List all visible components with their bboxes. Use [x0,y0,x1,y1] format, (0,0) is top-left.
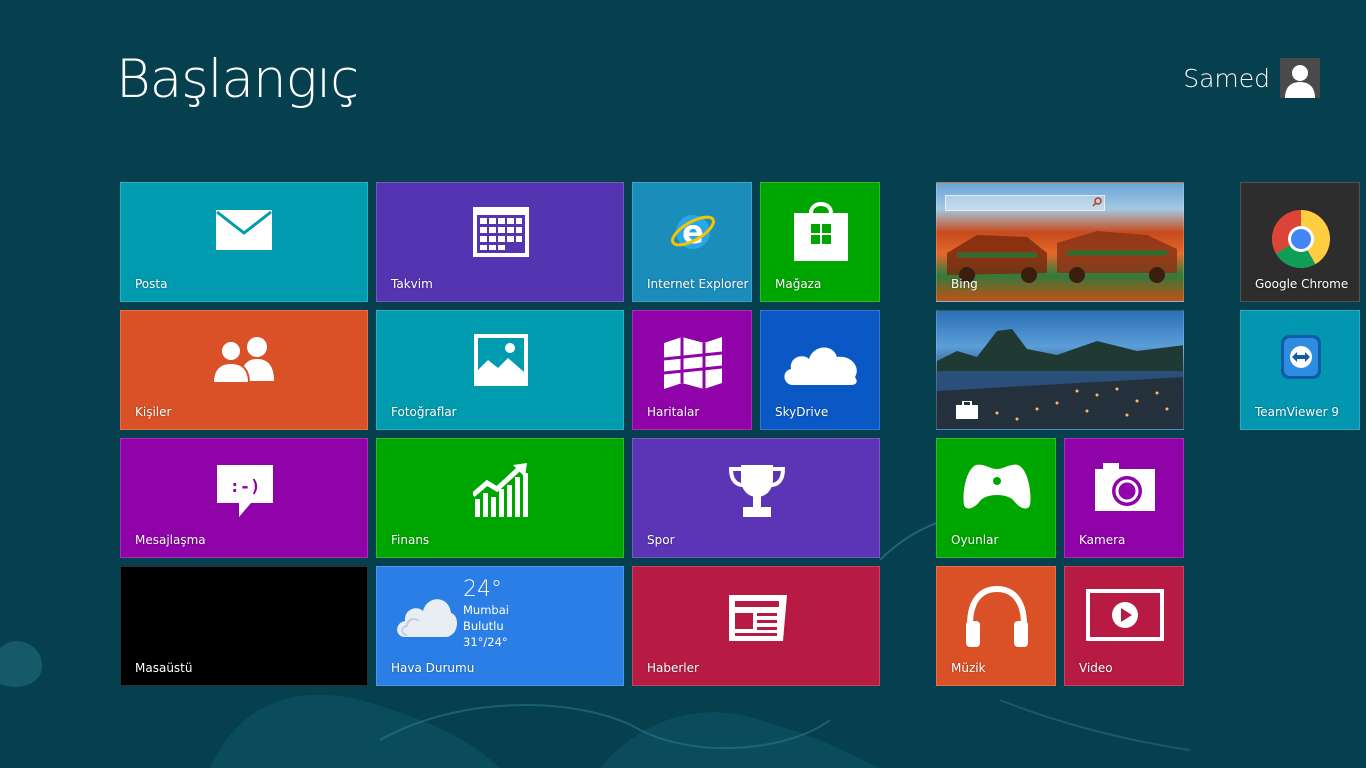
trophy-icon [729,465,785,517]
tile-label: Mesajlaşma [135,533,206,547]
tile-bing[interactable]: Bing [936,182,1184,302]
page-title: Başlangıç [116,49,359,110]
cloud-weather-icon [397,599,457,637]
tile-hava-durumu[interactable]: 24° Mumbai Bulutlu 31°/24° Hava Durumu [376,566,624,686]
tile-label: Fotoğraflar [391,405,457,419]
tile-skydrive[interactable]: SkyDrive [760,310,880,430]
newspaper-icon [729,595,787,641]
tile-label: Posta [135,277,168,291]
svg-text::-): :-) [230,477,261,497]
tile-google-chrome[interactable]: Google Chrome [1240,182,1360,302]
weather-city: Mumbai [463,603,509,617]
tile-internet-explorer[interactable]: e Internet Explorer [632,182,752,302]
suitcase-icon [956,401,978,419]
tile-spor[interactable]: Spor [632,438,880,558]
gamepad-icon [963,464,1031,509]
tile-label: Müzik [951,661,986,675]
tile-kamera[interactable]: Kamera [1064,438,1184,558]
tile-kisiler[interactable]: Kişiler [120,310,368,430]
tile-fotograflar[interactable]: Fotoğraflar [376,310,624,430]
tile-label: Mağaza [775,277,822,291]
tile-teamviewer[interactable]: TeamViewer 9 [1240,310,1360,430]
tile-label: Oyunlar [951,533,999,547]
weather-temperature: 24° [463,577,502,602]
weather-condition: Bulutlu [463,619,504,633]
calendar-icon [473,207,529,257]
tile-muzik[interactable]: Müzik [936,566,1056,686]
tile-label: SkyDrive [775,405,829,419]
teamviewer-icon [1281,335,1321,379]
tile-label: Video [1079,661,1113,675]
tile-label: Masaüstü [135,661,193,675]
chart-icon [473,463,528,517]
internet-explorer-icon: e [671,213,715,251]
tile-posta[interactable]: Posta [120,182,368,302]
tile-label: Haberler [647,661,699,675]
weather-range: 31°/24° [463,635,508,649]
avatar[interactable] [1280,58,1320,98]
tile-travel[interactable] [936,310,1184,430]
photo-icon [474,334,528,386]
tile-takvim[interactable]: Takvim [376,182,624,302]
store-bag-icon [794,202,848,261]
play-video-icon [1086,589,1164,641]
tile-mesajlasma[interactable]: :-) Mesajlaşma [120,438,368,558]
chrome-icon [1272,210,1330,268]
tile-oyunlar[interactable]: Oyunlar [936,438,1056,558]
tile-label: Bing [951,277,978,291]
mail-icon [216,210,272,250]
tile-haritalar[interactable]: Haritalar [632,310,752,430]
tile-label: TeamViewer 9 [1255,405,1339,419]
tile-haberler[interactable]: Haberler [632,566,880,686]
cloud-icon [784,347,857,385]
tile-masaustu[interactable]: Masaüstü [120,566,368,686]
user-name: Samed [1183,63,1270,93]
map-icon [663,337,723,389]
tile-label: Spor [647,533,675,547]
tile-finans[interactable]: Finans [376,438,624,558]
tile-magaza[interactable]: Mağaza [760,182,880,302]
search-icon [1092,197,1102,207]
user-icon [1285,65,1315,98]
tile-video[interactable]: Video [1064,566,1184,686]
tile-label: Haritalar [647,405,700,419]
tile-label: Takvim [391,277,433,291]
chat-bubble-icon: :-) [217,465,273,517]
tile-label: Kamera [1079,533,1126,547]
bing-search-box[interactable] [945,195,1105,211]
tile-label: Google Chrome [1255,277,1349,291]
user-account[interactable]: Samed [1183,58,1320,98]
tile-label: Kişiler [135,405,172,419]
tile-label: Hava Durumu [391,661,475,675]
people-icon [211,337,274,383]
tile-label: Internet Explorer [647,277,749,291]
headphones-icon [966,585,1028,647]
camera-icon [1095,463,1155,511]
tile-label: Finans [391,533,430,547]
